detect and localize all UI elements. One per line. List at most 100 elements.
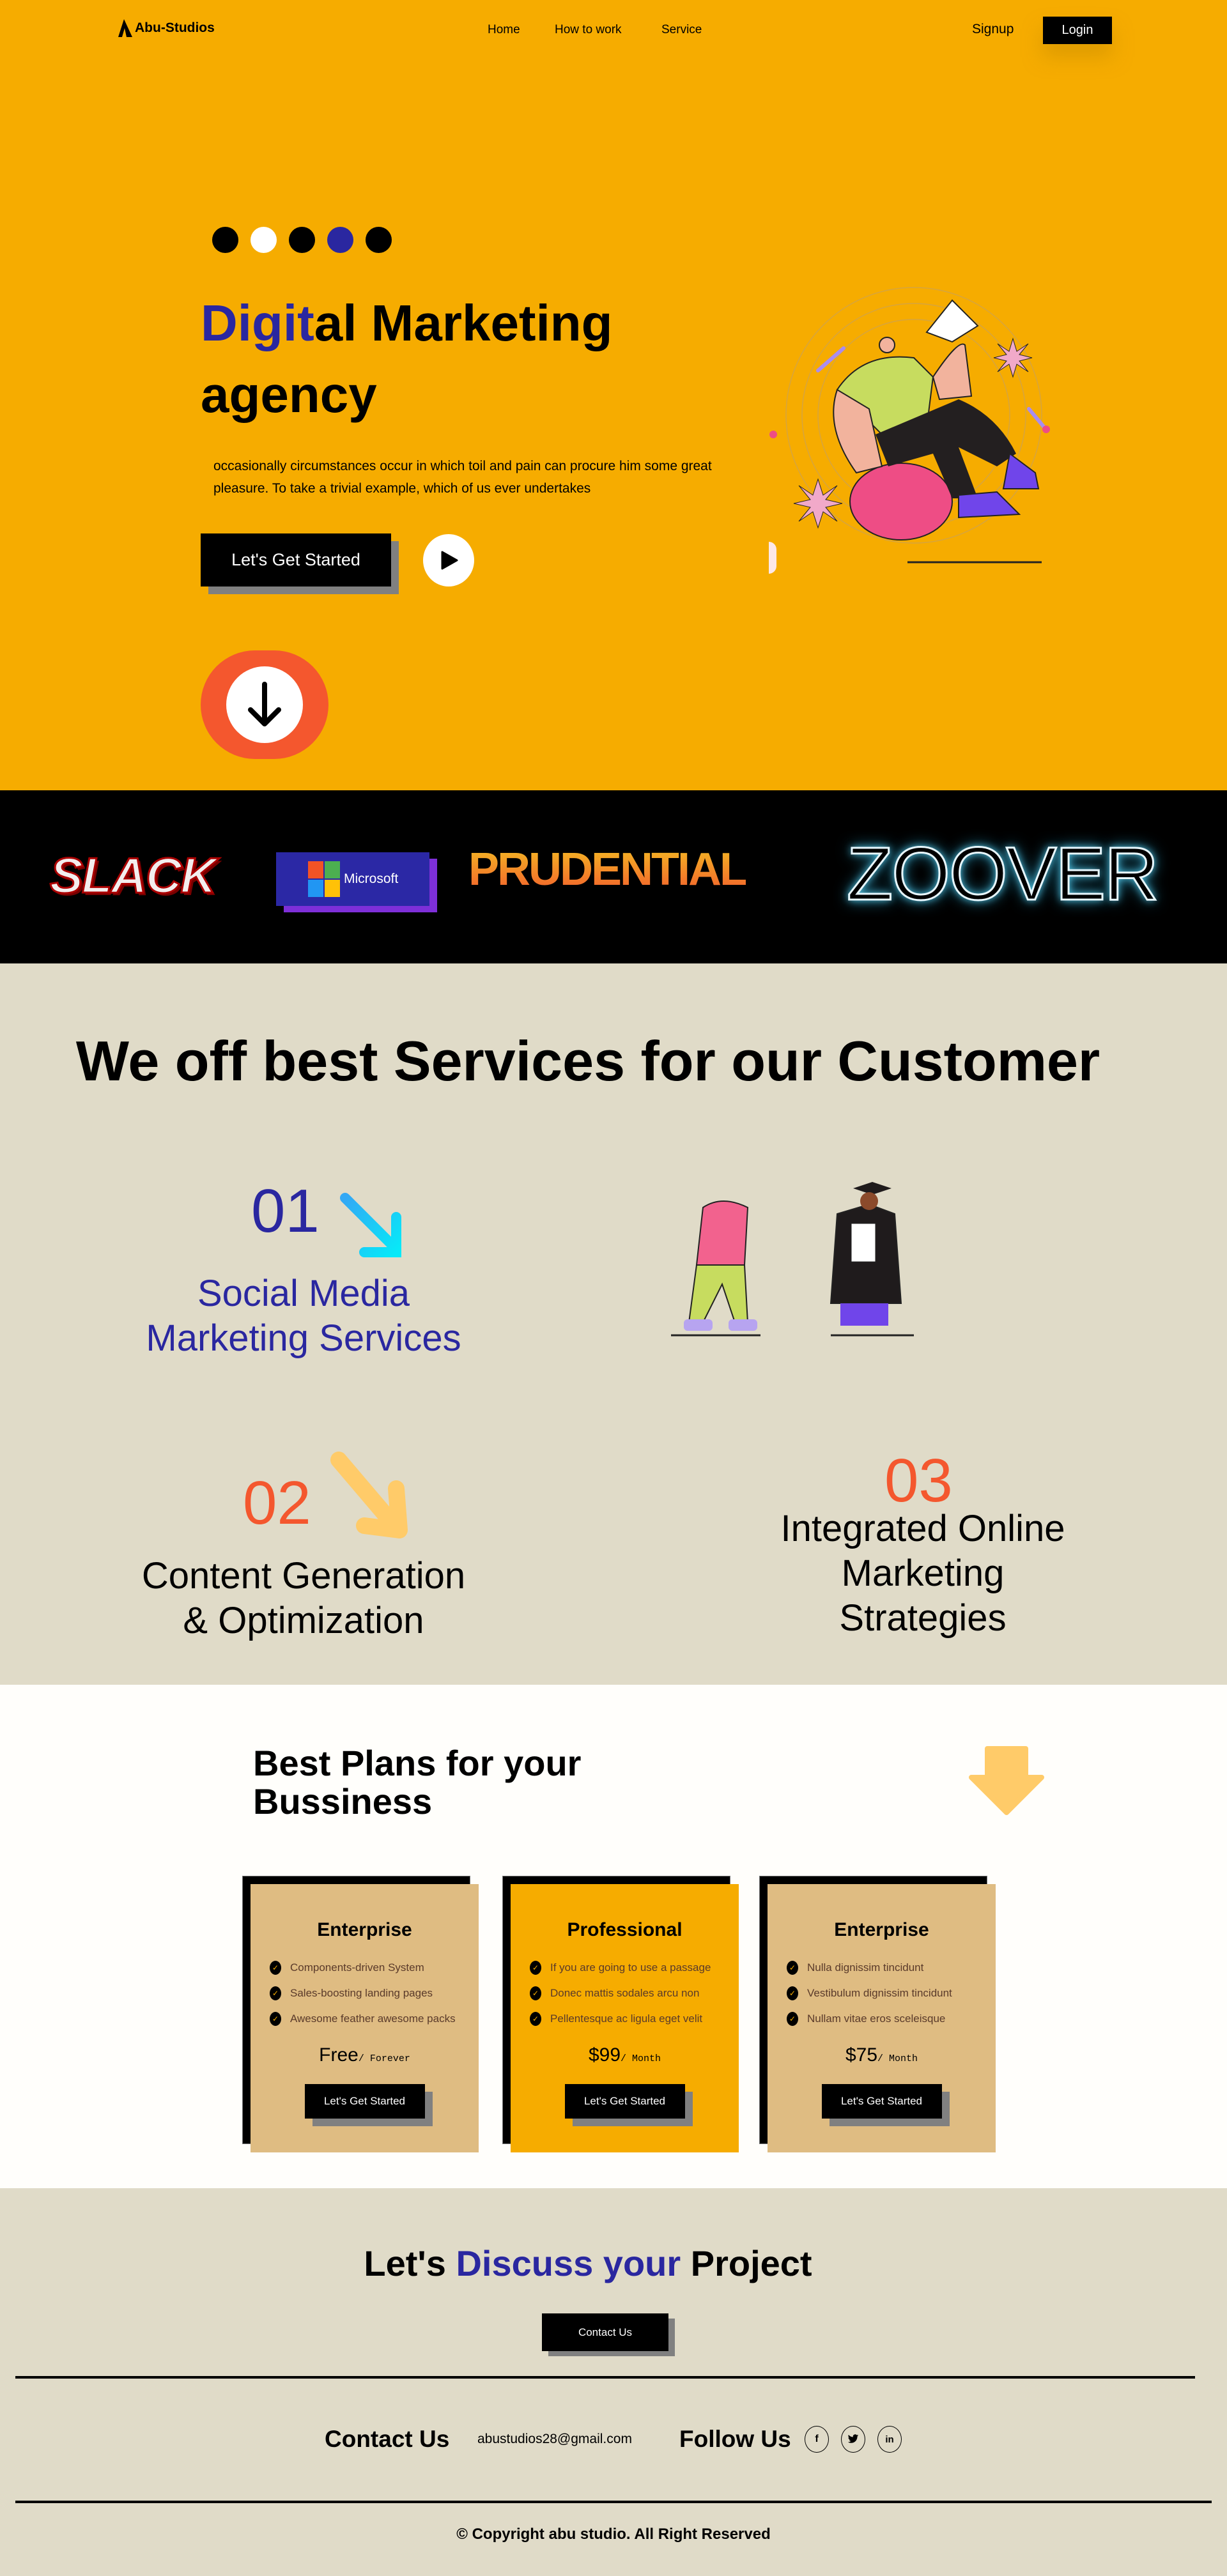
service-title: Social Media Marketing Services bbox=[112, 1271, 495, 1361]
follow-label: Follow Us bbox=[679, 2426, 791, 2452]
plan-feature: ✓ Donec mattis sodales arcu non bbox=[530, 1981, 739, 2006]
check-icon: ✓ bbox=[270, 2012, 281, 2026]
arrow-down-right-icon bbox=[340, 1193, 401, 1257]
check-icon: ✓ bbox=[270, 1986, 281, 2000]
discuss-title: Let's Discuss your Project bbox=[0, 2242, 1176, 2284]
feature-text: Components-driven System bbox=[290, 1961, 424, 1974]
hero-title-line2: agency bbox=[201, 366, 377, 423]
check-icon: ✓ bbox=[787, 1986, 798, 2000]
check-icon: ✓ bbox=[530, 1961, 541, 1975]
nav-service[interactable]: Service bbox=[661, 23, 702, 37]
decor-dot bbox=[212, 227, 238, 253]
feature-text: Awesome feather awesome packs bbox=[290, 2012, 456, 2025]
service-title-line: Integrated Online bbox=[780, 1508, 1065, 1549]
divider bbox=[15, 2501, 1212, 2503]
decor-dot bbox=[289, 227, 315, 253]
microsoft-label: Microsoft bbox=[344, 871, 399, 886]
hero-title: Digital Marketing bbox=[201, 298, 613, 349]
get-started-button[interactable]: Let's Get Started bbox=[201, 533, 391, 586]
logo-icon bbox=[118, 19, 132, 37]
plan-get-started-button[interactable]: Let's Get Started bbox=[304, 2084, 425, 2119]
plan-feature: ✓ Sales-boosting landing pages bbox=[270, 1981, 479, 2006]
partner-logo-prudential: PRUDENTIAL bbox=[468, 844, 748, 895]
facebook-icon[interactable]: f bbox=[805, 2426, 829, 2453]
feature-text: Sales-boosting landing pages bbox=[290, 1987, 433, 1999]
feature-text: Vestibulum dignissim tincidunt bbox=[807, 1987, 952, 1999]
arrow-down-icon bbox=[226, 666, 303, 743]
service-title-line: Social Media bbox=[197, 1273, 410, 1314]
plan-feature: ✓ Pellentesque ac ligula eget velit bbox=[530, 2006, 739, 2032]
service-title-line: Content Generation bbox=[141, 1555, 466, 1597]
feature-text: Pellentesque ac ligula eget velit bbox=[550, 2012, 703, 2025]
discuss-highlight: Discuss your bbox=[456, 2243, 681, 2283]
plan-card-enterprise: Enterprise ✓ Components-driven System ✓ Sa… bbox=[251, 1884, 479, 2152]
price-period: / Forever bbox=[358, 2053, 410, 2064]
plan-feature: ✓ Nullam vitae eros sceleisque bbox=[787, 2006, 996, 2032]
plan-get-started-button[interactable]: Let's Get Started bbox=[564, 2084, 685, 2119]
price-value: Free bbox=[319, 2044, 359, 2066]
services-title: We off best Services for our Customer bbox=[75, 1029, 1100, 1092]
plan-card-professional: Professional ✓ If you are going to use a … bbox=[511, 1884, 739, 2152]
price-value: $75 bbox=[845, 2044, 878, 2066]
service-number: 03 bbox=[884, 1446, 953, 1515]
hero-title-rest: al Marketing bbox=[314, 295, 613, 351]
decor-dot bbox=[251, 227, 277, 253]
check-icon: ✓ bbox=[530, 2012, 541, 2026]
nav-home[interactable]: Home bbox=[488, 23, 520, 37]
contact-email[interactable]: abustudios28@gmail.com bbox=[477, 2432, 632, 2447]
plan-name: Professional bbox=[567, 1919, 683, 1940]
service-title-line: Marketing bbox=[841, 1552, 1005, 1594]
plan-features: ✓ If you are going to use a passage ✓ Done… bbox=[530, 1955, 739, 2032]
brand-logo[interactable]: Abu-Studios bbox=[118, 19, 215, 37]
check-icon: ✓ bbox=[787, 1961, 798, 1975]
service-title: Integrated Online Marketing Strategies bbox=[731, 1506, 1115, 1641]
plan-get-started-button[interactable]: Let's Get Started bbox=[821, 2084, 942, 2119]
feature-text: Nulla dignissim tincidunt bbox=[807, 1961, 924, 1974]
arrow-down-icon bbox=[969, 1746, 1044, 1815]
contact-us-button[interactable]: Contact Us bbox=[542, 2313, 668, 2351]
decor-dot bbox=[366, 227, 392, 253]
play-button[interactable] bbox=[423, 534, 474, 586]
divider bbox=[15, 2376, 1195, 2379]
partner-logo-zoover: ZOOVER bbox=[845, 831, 1159, 917]
nav-how-to-work[interactable]: How to work bbox=[555, 23, 622, 37]
login-button[interactable]: Login bbox=[1043, 17, 1112, 44]
price-value: $99 bbox=[588, 2044, 621, 2066]
price-period: / Month bbox=[877, 2053, 918, 2064]
plan-price: Free/ Forever bbox=[251, 2044, 479, 2066]
plan-price: $75/ Month bbox=[768, 2044, 996, 2066]
check-icon: ✓ bbox=[787, 2012, 798, 2026]
plan-feature: ✓ Awesome feather awesome packs bbox=[270, 2006, 479, 2032]
plan-price: $99/ Month bbox=[511, 2044, 739, 2066]
service-number: 02 bbox=[243, 1469, 311, 1537]
arrow-down-right-icon bbox=[330, 1452, 408, 1538]
feature-text: If you are going to use a passage bbox=[550, 1961, 711, 1974]
plan-card-enterprise: Enterprise ✓ Nulla dignissim tincidunt ✓ V… bbox=[768, 1884, 996, 2152]
feature-text: Donec mattis sodales arcu non bbox=[550, 1987, 700, 1999]
discuss-post: Project bbox=[681, 2243, 812, 2283]
discuss-pre: Let's bbox=[364, 2243, 456, 2283]
plan-name: Enterprise bbox=[834, 1919, 929, 1940]
plan-features: ✓ Components-driven System ✓ Sales-boostin… bbox=[270, 1955, 479, 2032]
service-number: 01 bbox=[251, 1177, 320, 1245]
decor-half-circle bbox=[769, 542, 776, 574]
plans-title: Best Plans for your Bussiness bbox=[253, 1744, 581, 1821]
partner-logo-microsoft: Microsoft bbox=[276, 852, 429, 906]
feature-text: Nullam vitae eros sceleisque bbox=[807, 2012, 946, 2025]
check-icon: ✓ bbox=[270, 1961, 281, 1975]
service-title-line: Strategies bbox=[839, 1597, 1007, 1639]
scroll-down-button[interactable] bbox=[201, 650, 328, 759]
microsoft-icon bbox=[308, 861, 340, 897]
service-title-line: & Optimization bbox=[183, 1600, 424, 1641]
check-icon: ✓ bbox=[530, 1986, 541, 2000]
contact-label: Contact Us bbox=[325, 2426, 450, 2452]
plan-feature: ✓ Vestibulum dignissim tincidunt bbox=[787, 1981, 996, 2006]
megaphone-illustration bbox=[769, 287, 1050, 564]
decor-dot bbox=[327, 227, 353, 253]
twitter-icon[interactable] bbox=[841, 2426, 865, 2453]
play-icon bbox=[441, 551, 458, 570]
plan-feature: ✓ Nulla dignissim tincidunt bbox=[787, 1955, 996, 1981]
plans-title-line: Bussiness bbox=[253, 1781, 433, 1821]
linkedin-icon[interactable]: in bbox=[877, 2426, 902, 2453]
signup-link[interactable]: Signup bbox=[972, 22, 1014, 37]
